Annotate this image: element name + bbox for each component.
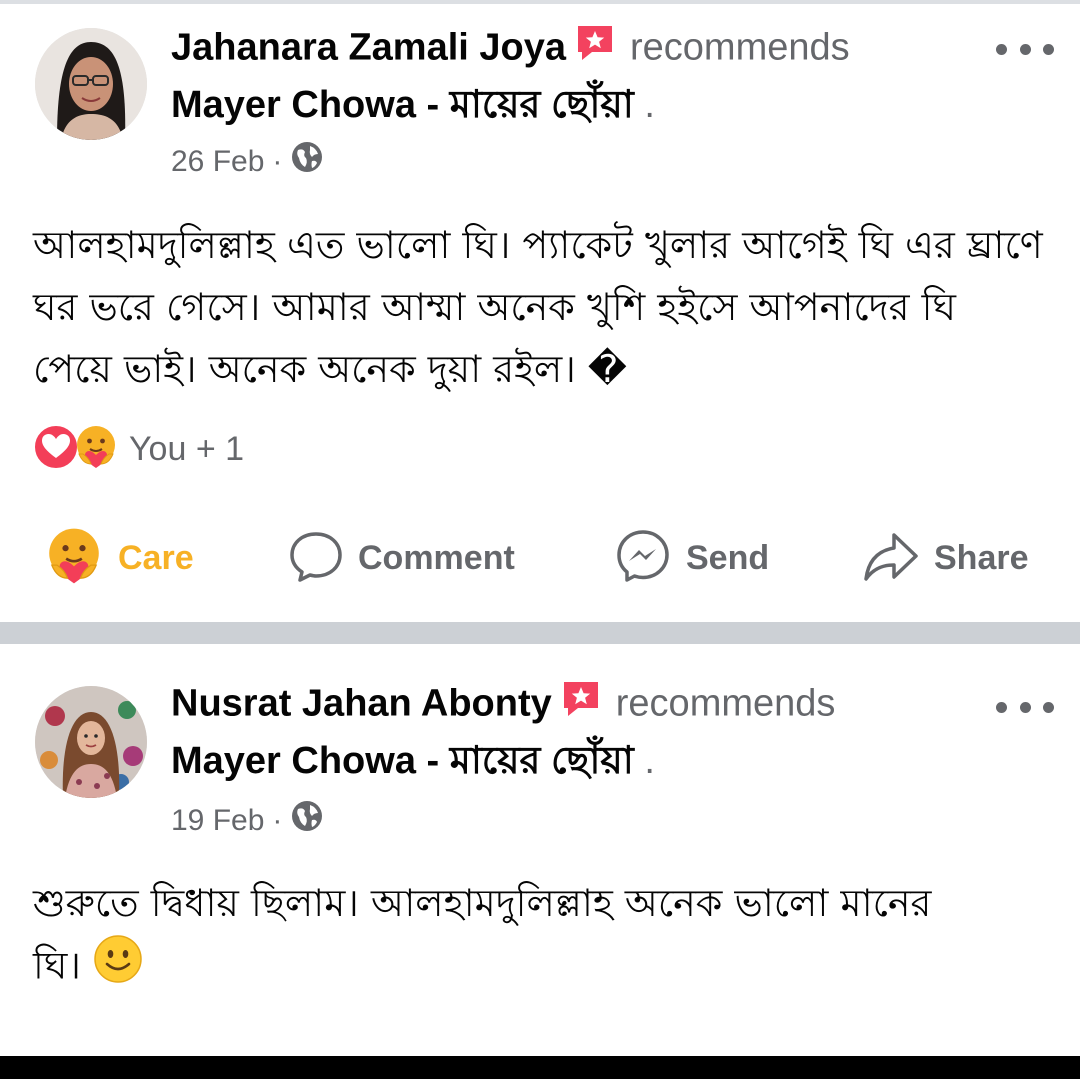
- share-label: Share: [934, 538, 1029, 577]
- post-meta: 26 Feb ·: [171, 140, 324, 185]
- meta-separator: ·: [272, 804, 283, 837]
- more-options-icon[interactable]: [996, 34, 1054, 64]
- messenger-icon: [614, 527, 672, 590]
- send-button[interactable]: Send: [614, 522, 769, 594]
- comment-button[interactable]: Comment: [288, 522, 515, 594]
- review-post-1: Jahanara Zamali Joya recommends Mayer Cho…: [0, 4, 1080, 622]
- reaction-summary[interactable]: You + 1: [33, 423, 244, 475]
- author-name[interactable]: Jahanara Zamali Joya: [171, 27, 566, 69]
- page-suffix: .: [644, 740, 655, 782]
- avatar[interactable]: [35, 28, 147, 140]
- meta-separator: ·: [272, 145, 283, 178]
- author-name[interactable]: Nusrat Jahan Abonty: [171, 683, 552, 725]
- review-post-2: Nusrat Jahan Abonty recommends Mayer Chow…: [0, 644, 1080, 1056]
- post-body-text: আলহামদুলিল্লাহ এত ভালো ঘি। প্যাকেট খুলার…: [33, 223, 1043, 391]
- post-body-content: শুরুতে দ্বিধায় ছিলাম। আলহামদুলিল্লাহ অন…: [33, 881, 932, 988]
- slightly-smiling-face-icon: [93, 934, 143, 1002]
- comment-label: Comment: [358, 538, 515, 577]
- avatar[interactable]: [35, 686, 147, 798]
- share-button[interactable]: Share: [862, 522, 1029, 594]
- recommends-label: recommends: [630, 26, 850, 69]
- post-body-text: শুরুতে দ্বিধায় ছিলাম। আলহামদুলিল্লাহ অন…: [33, 872, 973, 1002]
- page-line: Mayer Chowa - মায়ের ছোঁয়া .: [171, 736, 655, 786]
- post-separator: [0, 622, 1080, 644]
- page-name-link[interactable]: Mayer Chowa - মায়ের ছোঁয়া: [171, 84, 634, 126]
- post-action-bar: Care Comment Send Share: [0, 522, 1080, 594]
- recommend-badge-icon: [560, 678, 602, 733]
- share-icon: [862, 527, 920, 590]
- post-meta: 19 Feb ·: [171, 799, 324, 844]
- globe-icon: [290, 799, 324, 844]
- care-label: Care: [118, 538, 194, 577]
- post-header-line: Nusrat Jahan Abonty recommends: [171, 678, 835, 728]
- post-header-line: Jahanara Zamali Joya recommends: [171, 22, 850, 72]
- globe-icon: [290, 140, 324, 185]
- page-name-link[interactable]: Mayer Chowa - মায়ের ছোঁয়া: [171, 740, 634, 782]
- recommend-badge-icon: [574, 22, 616, 77]
- care-icon: [73, 424, 119, 475]
- send-label: Send: [686, 538, 770, 577]
- page-line: Mayer Chowa - মায়ের ছোঁয়া .: [171, 80, 655, 130]
- comment-icon: [288, 528, 344, 589]
- reaction-count: You + 1: [129, 429, 245, 468]
- post-date[interactable]: 19 Feb: [171, 801, 264, 841]
- recommends-label: recommends: [615, 682, 836, 725]
- post-date[interactable]: 26 Feb: [171, 142, 264, 182]
- page-suffix: .: [644, 84, 655, 126]
- more-options-icon[interactable]: [996, 692, 1054, 722]
- care-icon: [44, 526, 104, 591]
- care-reaction-button[interactable]: Care: [44, 522, 194, 594]
- navigation-bar: [0, 1056, 1080, 1079]
